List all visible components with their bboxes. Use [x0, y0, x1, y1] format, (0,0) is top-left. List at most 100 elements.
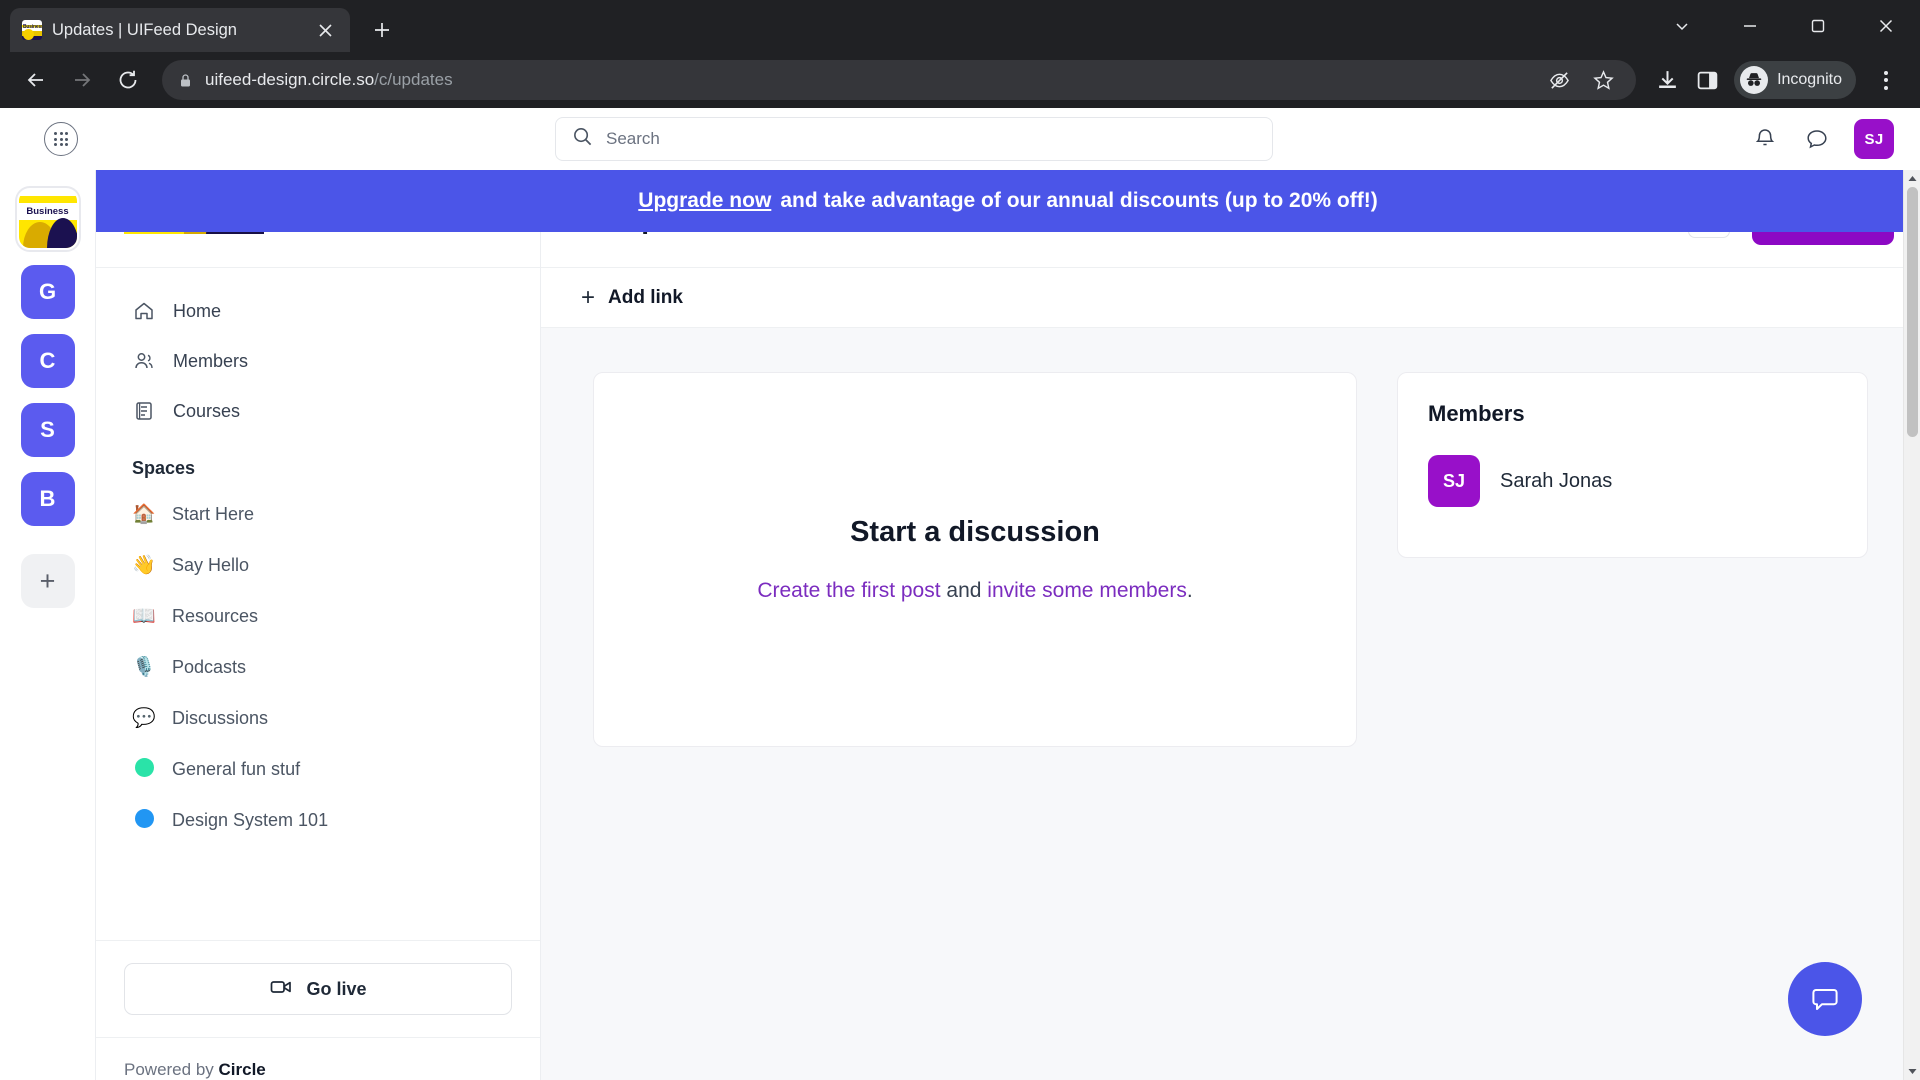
chevron-down-icon[interactable] [1648, 0, 1716, 52]
tab-favicon-label: Business [23, 24, 42, 30]
download-icon[interactable] [1650, 63, 1684, 97]
house-icon: 🏠 [132, 504, 156, 525]
community-b[interactable]: B [20, 472, 75, 526]
browser-tab[interactable]: Business Updates | UIFeed Design [10, 8, 350, 52]
star-icon[interactable] [1586, 63, 1620, 97]
open-book-icon: 📖 [132, 606, 156, 627]
courses-icon [132, 400, 156, 422]
start-discussion-card: Start a discussion Create the first post… [593, 372, 1357, 747]
close-icon[interactable] [312, 17, 338, 43]
powered-prefix: Powered by [124, 1060, 219, 1079]
window-controls [1648, 0, 1920, 52]
tab-favicon-icon: Business [22, 20, 42, 40]
maximize-icon[interactable] [1784, 0, 1852, 52]
omnibox-actions [1542, 63, 1620, 97]
sidebar-item-label: Courses [173, 400, 241, 421]
community-c[interactable]: C [20, 334, 75, 388]
tab-strip: Business Updates | UIFeed Design [0, 0, 1920, 52]
url-path: /c/updates [374, 70, 453, 89]
members-icon [132, 350, 156, 372]
chat-bubble-icon[interactable] [1802, 124, 1832, 154]
menu-dot [1884, 78, 1888, 82]
go-live-button[interactable]: Go live [124, 963, 512, 1015]
space-label: Discussions [172, 708, 269, 728]
apps-grid-dots [54, 132, 68, 146]
forward-arrow-icon[interactable] [62, 60, 102, 100]
space-label: Resources [172, 606, 259, 626]
speech-balloon-icon: 💬 [132, 708, 156, 729]
blue-dot-icon [132, 809, 156, 832]
go-live-label: Go live [306, 978, 367, 999]
waving-hand-icon: 👋 [132, 555, 156, 576]
space-item-start-here[interactable]: 🏠 Start Here [120, 489, 516, 540]
space-label: Design System 101 [172, 810, 329, 830]
space-item-discussions[interactable]: 💬 Discussions [120, 693, 516, 744]
incognito-profile-button[interactable]: Incognito [1734, 61, 1856, 99]
discussion-subtitle: Create the first post and invite some me… [757, 579, 1192, 603]
primary-nav: Home Members Courses [96, 286, 540, 436]
close-window-icon[interactable] [1852, 0, 1920, 52]
scroll-up-arrow[interactable] [1904, 170, 1920, 187]
upgrade-banner: Upgrade now and take advantage of our an… [96, 170, 1920, 232]
menu-dot [1884, 70, 1888, 75]
page-scrollbar[interactable] [1903, 170, 1920, 1080]
incognito-icon [1740, 66, 1769, 94]
members-panel: Members SJ Sarah Jonas [1397, 372, 1868, 558]
community-g[interactable]: G [20, 265, 75, 319]
user-avatar[interactable]: SJ [1854, 119, 1894, 159]
home-icon [132, 300, 156, 322]
scrollbar-thumb[interactable] [1907, 187, 1918, 437]
tab-title: Updates | UIFeed Design [52, 20, 237, 39]
side-panel-icon[interactable] [1690, 63, 1724, 97]
microphone-icon: 🎙️ [132, 657, 156, 678]
space-item-podcasts[interactable]: 🎙️ Podcasts [120, 642, 516, 693]
sidebar-item-home[interactable]: Home [120, 286, 516, 336]
space-item-resources[interactable]: 📖 Resources [120, 591, 516, 642]
sidebar-item-members[interactable]: Members [120, 336, 516, 386]
sidebar-item-courses[interactable]: Courses [120, 386, 516, 436]
add-link-bar[interactable]: + Add link [541, 268, 1920, 328]
chat-widget-button[interactable] [1788, 962, 1862, 1036]
space-item-design-system-101[interactable]: Design System 101 [120, 795, 516, 846]
create-first-post-link[interactable]: Create the first post [757, 579, 940, 602]
apps-grid-icon[interactable] [44, 122, 78, 156]
menu-dot [1884, 85, 1888, 90]
three-dot-menu-icon[interactable] [1868, 62, 1904, 98]
minimize-icon[interactable] [1716, 0, 1784, 52]
space-item-say-hello[interactable]: 👋 Say Hello [120, 540, 516, 591]
app-topbar: SJ [0, 108, 1920, 170]
content-area: Start a discussion Create the first post… [541, 328, 1920, 1080]
plus-icon: + [581, 283, 596, 311]
app-body: Upgrade now and take advantage of our an… [0, 170, 1920, 1080]
upgrade-now-link[interactable]: Upgrade now [638, 189, 771, 213]
back-arrow-icon[interactable] [16, 60, 56, 100]
space-item-general-fun-stuf[interactable]: General fun stuf [120, 744, 516, 795]
invite-members-link[interactable]: invite some members [987, 579, 1187, 602]
members-panel-title: Members [1428, 401, 1525, 426]
search-box[interactable] [555, 117, 1273, 161]
add-community-button[interactable]: + [20, 554, 75, 608]
scroll-down-arrow[interactable] [1904, 1063, 1920, 1080]
community-thumbnail-business[interactable]: Business [16, 188, 79, 250]
space-label: Podcasts [172, 657, 247, 677]
top-actions: SJ [1750, 119, 1894, 159]
bell-icon[interactable] [1750, 124, 1780, 154]
powered-by-footer: Powered by Circle [96, 1037, 540, 1080]
url-domain: uifeed-design.circle.so [205, 70, 375, 89]
circle-app: SJ Upgrade now and take advantage of our… [0, 108, 1920, 1080]
url-display: uifeed-design.circle.so/c/updates [205, 70, 453, 90]
community-s[interactable]: S [20, 403, 75, 457]
reload-icon[interactable] [108, 60, 148, 100]
eye-slash-icon[interactable] [1542, 63, 1576, 97]
member-list-item[interactable]: SJ Sarah Jonas [1428, 455, 1837, 507]
sidebar-item-label: Members [173, 350, 249, 371]
green-dot-icon [132, 758, 156, 781]
address-bar[interactable]: uifeed-design.circle.so/c/updates [162, 60, 1637, 100]
member-avatar: SJ [1428, 455, 1480, 507]
space-label: General fun stuf [172, 759, 301, 779]
main-content: Updates Latest [541, 170, 1920, 1080]
search-input[interactable] [606, 129, 1256, 149]
new-tab-button[interactable] [364, 12, 400, 48]
search-container [78, 117, 1750, 161]
thumb-bar [18, 196, 77, 203]
